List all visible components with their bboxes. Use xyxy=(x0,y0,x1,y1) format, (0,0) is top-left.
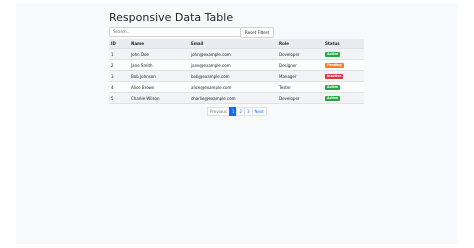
column-header-email[interactable]: Email xyxy=(189,39,277,49)
cell-name: Charlie Wilson xyxy=(129,92,189,104)
column-header-name[interactable]: Name xyxy=(129,39,189,49)
cell-id: 3 xyxy=(109,70,129,82)
cell-id: 4 xyxy=(109,81,129,93)
cell-status: Pending xyxy=(323,59,364,71)
cell-name: John Doe xyxy=(129,48,189,60)
table-row: 5 Charlie Wilson charlie@example.com Dev… xyxy=(109,92,364,104)
reset-filters-button[interactable]: Reset Filters xyxy=(240,27,275,38)
table-row: 2 Jane Smith jane@example.com Designer P… xyxy=(109,59,364,71)
search-input[interactable] xyxy=(109,27,241,37)
table-header-row: ID Name Email Role Status xyxy=(109,39,364,49)
cell-role: Developer xyxy=(277,48,323,60)
pagination-previous-button[interactable]: Previous xyxy=(207,107,230,116)
cell-role: Manager xyxy=(277,70,323,82)
column-header-status[interactable]: Status xyxy=(323,39,364,49)
data-table: ID Name Email Role Status 1 John Doe joh… xyxy=(109,39,364,104)
cell-email: bob@example.com xyxy=(189,70,277,82)
cell-id: 5 xyxy=(109,92,129,104)
status-badge: Active xyxy=(325,95,341,102)
pagination: Previous 1 2 3 Next xyxy=(207,107,267,116)
cell-name: Bob Johnson xyxy=(129,70,189,82)
status-badge: Active xyxy=(325,51,341,58)
column-header-id[interactable]: ID xyxy=(109,39,129,49)
status-badge: Active xyxy=(325,84,341,91)
cell-email: alice@example.com xyxy=(189,81,277,93)
table-row: 1 John Doe john@example.com Developer Ac… xyxy=(109,48,364,60)
cell-status: Active xyxy=(323,48,364,60)
cell-status: Active xyxy=(323,92,364,104)
cell-email: charlie@example.com xyxy=(189,92,277,104)
status-badge: Pending xyxy=(325,62,344,69)
column-header-role[interactable]: Role xyxy=(277,39,323,49)
table-row: 4 Alice Brown alice@example.com Tester A… xyxy=(109,81,364,93)
page-title: Responsive Data Table xyxy=(109,11,234,24)
cell-role: Designer xyxy=(277,59,323,71)
cell-status: Active xyxy=(323,81,364,93)
cell-email: jane@example.com xyxy=(189,59,277,71)
cell-name: Alice Brown xyxy=(129,81,189,93)
cell-id: 1 xyxy=(109,48,129,60)
cell-role: Tester xyxy=(277,81,323,93)
cell-status: Inactive xyxy=(323,70,364,82)
cell-role: Developer xyxy=(277,92,323,104)
status-badge: Inactive xyxy=(325,73,344,80)
cell-name: Jane Smith xyxy=(129,59,189,71)
cell-id: 2 xyxy=(109,59,129,71)
pagination-next-button[interactable]: Next xyxy=(251,107,267,116)
cell-email: john@example.com xyxy=(189,48,277,60)
table-row: 3 Bob Johnson bob@example.com Manager In… xyxy=(109,70,364,82)
